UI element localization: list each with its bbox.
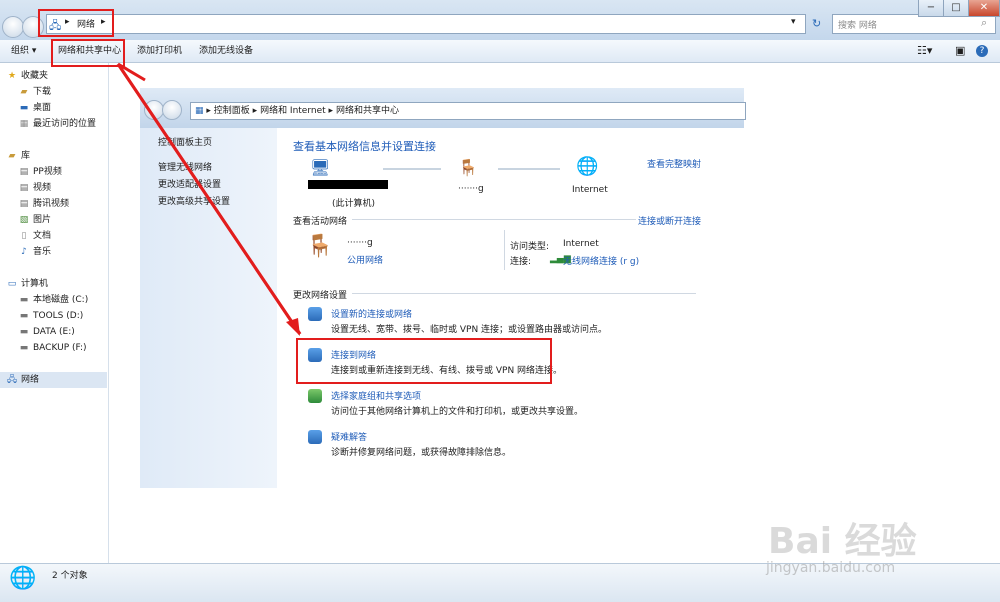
status-object-count: 2 个对象 (52, 571, 88, 581)
globe-icon: 🌐 (9, 566, 37, 591)
annotation-arrow (116, 62, 302, 336)
baidu-watermark-logo: Bai 经验 (768, 521, 917, 562)
baidu-watermark-url: jingyan.baidu.com (766, 560, 896, 576)
